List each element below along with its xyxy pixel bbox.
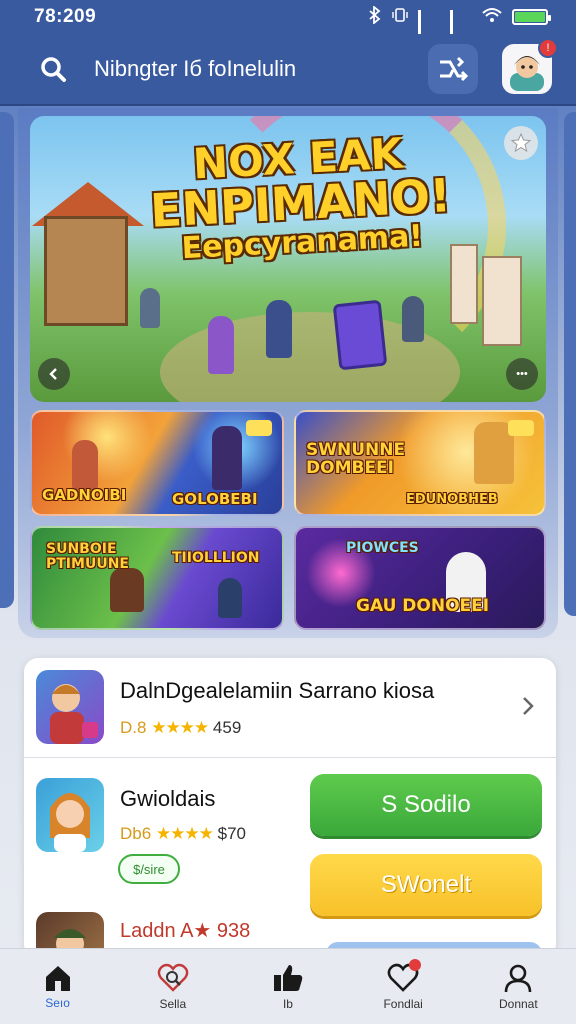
- notification-badge: !: [538, 38, 558, 58]
- previous-page-peek[interactable]: [0, 112, 14, 608]
- nav-item-profile[interactable]: Donnat: [468, 963, 568, 1011]
- favorite-button[interactable]: [504, 126, 538, 160]
- character-graphic: [218, 578, 242, 618]
- app-name: Gwioldais: [120, 786, 216, 811]
- signal-icon-2: [450, 10, 472, 44]
- rating-count: 459: [212, 718, 242, 737]
- battery-icon: [512, 9, 551, 25]
- nav-label: Ib: [282, 996, 293, 1011]
- app-icon: [36, 778, 104, 852]
- secondary-action-button[interactable]: SWonelt: [310, 854, 542, 916]
- arrow-left-icon: [49, 368, 57, 380]
- status-icons: [368, 4, 551, 44]
- nav-item-home[interactable]: Seıo: [8, 964, 108, 1010]
- character-graphic: [208, 316, 234, 374]
- nav-item-like[interactable]: Ib: [238, 963, 338, 1011]
- tile-label-secondary: TIIOLLLION: [172, 550, 260, 566]
- star-rating: ★★★★: [155, 824, 214, 843]
- nav-label: Fondlai: [383, 996, 423, 1011]
- hero-title: NOX EAK ENPIMANO! Eepcyranama!: [147, 129, 453, 267]
- nav-label: Sella: [159, 996, 187, 1011]
- bottom-navigation: Seıo Sella Ib Fondlai Donnat: [0, 948, 576, 1024]
- nav-item-search[interactable]: Sella: [123, 963, 223, 1011]
- tile-badge: [508, 420, 534, 436]
- primary-action-button[interactable]: S Sodilo: [310, 774, 542, 836]
- tile-label-secondary: GAU DONOEEI: [356, 596, 490, 616]
- app-name: Laddn A★ 938: [120, 920, 251, 942]
- more-slides-button[interactable]: •••: [506, 358, 538, 390]
- share-arrows-icon: [440, 56, 469, 82]
- tile-label-secondary: EDUNOBHEB: [406, 492, 498, 507]
- castle-tower-graphic-2: [482, 256, 522, 346]
- tile-label: SUNBOIE PTIMUUNE: [46, 541, 129, 572]
- signal-icon: [418, 10, 440, 44]
- character-icon: [50, 684, 98, 744]
- game-tile[interactable]: GADNOIBI GOLOBEBI: [30, 410, 284, 516]
- house-graphic: [44, 216, 128, 326]
- app-header: Nibngter Iб foInelulin !: [0, 34, 576, 106]
- battery-level: [515, 12, 545, 22]
- app-rating: Db6 ★★★★ $70: [120, 824, 246, 844]
- hero-banner[interactable]: NOX EAK ENPIMANO! Eepcyranama! •••: [30, 116, 546, 402]
- character-graphic: [140, 288, 160, 328]
- rating-count: $70: [217, 824, 246, 843]
- castle-tower-graphic: [450, 244, 478, 324]
- home-icon: [45, 965, 70, 991]
- character-graphic: [266, 300, 292, 358]
- chevron-right-icon[interactable]: [518, 694, 538, 718]
- next-page-peek[interactable]: [564, 112, 576, 616]
- status-time: 78:209: [34, 6, 97, 27]
- character-graphic: [402, 296, 424, 342]
- price-tag[interactable]: $/sire: [118, 854, 180, 884]
- tile-label: GADNOIBI: [42, 486, 127, 504]
- avatar[interactable]: !: [502, 38, 558, 94]
- search-button[interactable]: [36, 52, 70, 86]
- app-list-card: DalnDgealelamiin Sarrano kiosa D.8 ★★★★ …: [24, 658, 556, 958]
- tile-badge: [246, 420, 272, 436]
- nav-label: Seıo: [45, 995, 70, 1010]
- nav-item-favorites[interactable]: Fondlai: [353, 958, 453, 1011]
- game-tile[interactable]: PIOWCES GAU DONOEEI: [294, 526, 546, 630]
- character-graphic: [212, 426, 242, 490]
- wifi-icon: [482, 7, 502, 28]
- status-bar: 78:209: [0, 0, 576, 44]
- game-tile[interactable]: SUNBOIE PTIMUUNE TIIOLLLION: [30, 526, 284, 630]
- game-tile[interactable]: SWNUNNE DOMBEEI EDUNOBHEB: [294, 410, 546, 516]
- card-graphic: [332, 299, 388, 371]
- search-icon: [41, 57, 66, 82]
- rating-prefix: D.8: [120, 718, 147, 737]
- tile-label-secondary: GOLOBEBI: [172, 490, 258, 508]
- previous-slide-button[interactable]: [38, 358, 70, 390]
- profile-icon: [505, 964, 532, 992]
- app-rating: D.8 ★★★★ 459: [120, 718, 241, 738]
- header-title: Nibngter Iб foInelulin: [94, 56, 297, 81]
- tile-label: SWNUNNE DOMBEEI: [306, 440, 406, 478]
- app-name: DalnDgealelamiin Sarrano kiosa: [120, 678, 435, 703]
- list-item[interactable]: DalnDgealelamiin Sarrano kiosa D.8 ★★★★ …: [24, 658, 556, 758]
- share-button[interactable]: [428, 44, 478, 94]
- app-icon: [36, 670, 104, 744]
- star-rating: ★★★★: [151, 718, 209, 737]
- vibrate-icon: [392, 7, 408, 28]
- tile-label: PIOWCES: [346, 540, 419, 556]
- star-icon: [511, 133, 531, 153]
- rating-prefix: Db6: [120, 824, 152, 843]
- heart-search-icon: [157, 963, 189, 992]
- character-icon: [50, 793, 90, 852]
- character-graphic: [72, 440, 98, 490]
- character-graphic: [110, 568, 144, 612]
- bluetooth-icon: [368, 4, 382, 29]
- thumbs-up-icon: [273, 964, 303, 991]
- nav-label: Donnat: [498, 996, 538, 1011]
- notification-dot: [409, 958, 422, 971]
